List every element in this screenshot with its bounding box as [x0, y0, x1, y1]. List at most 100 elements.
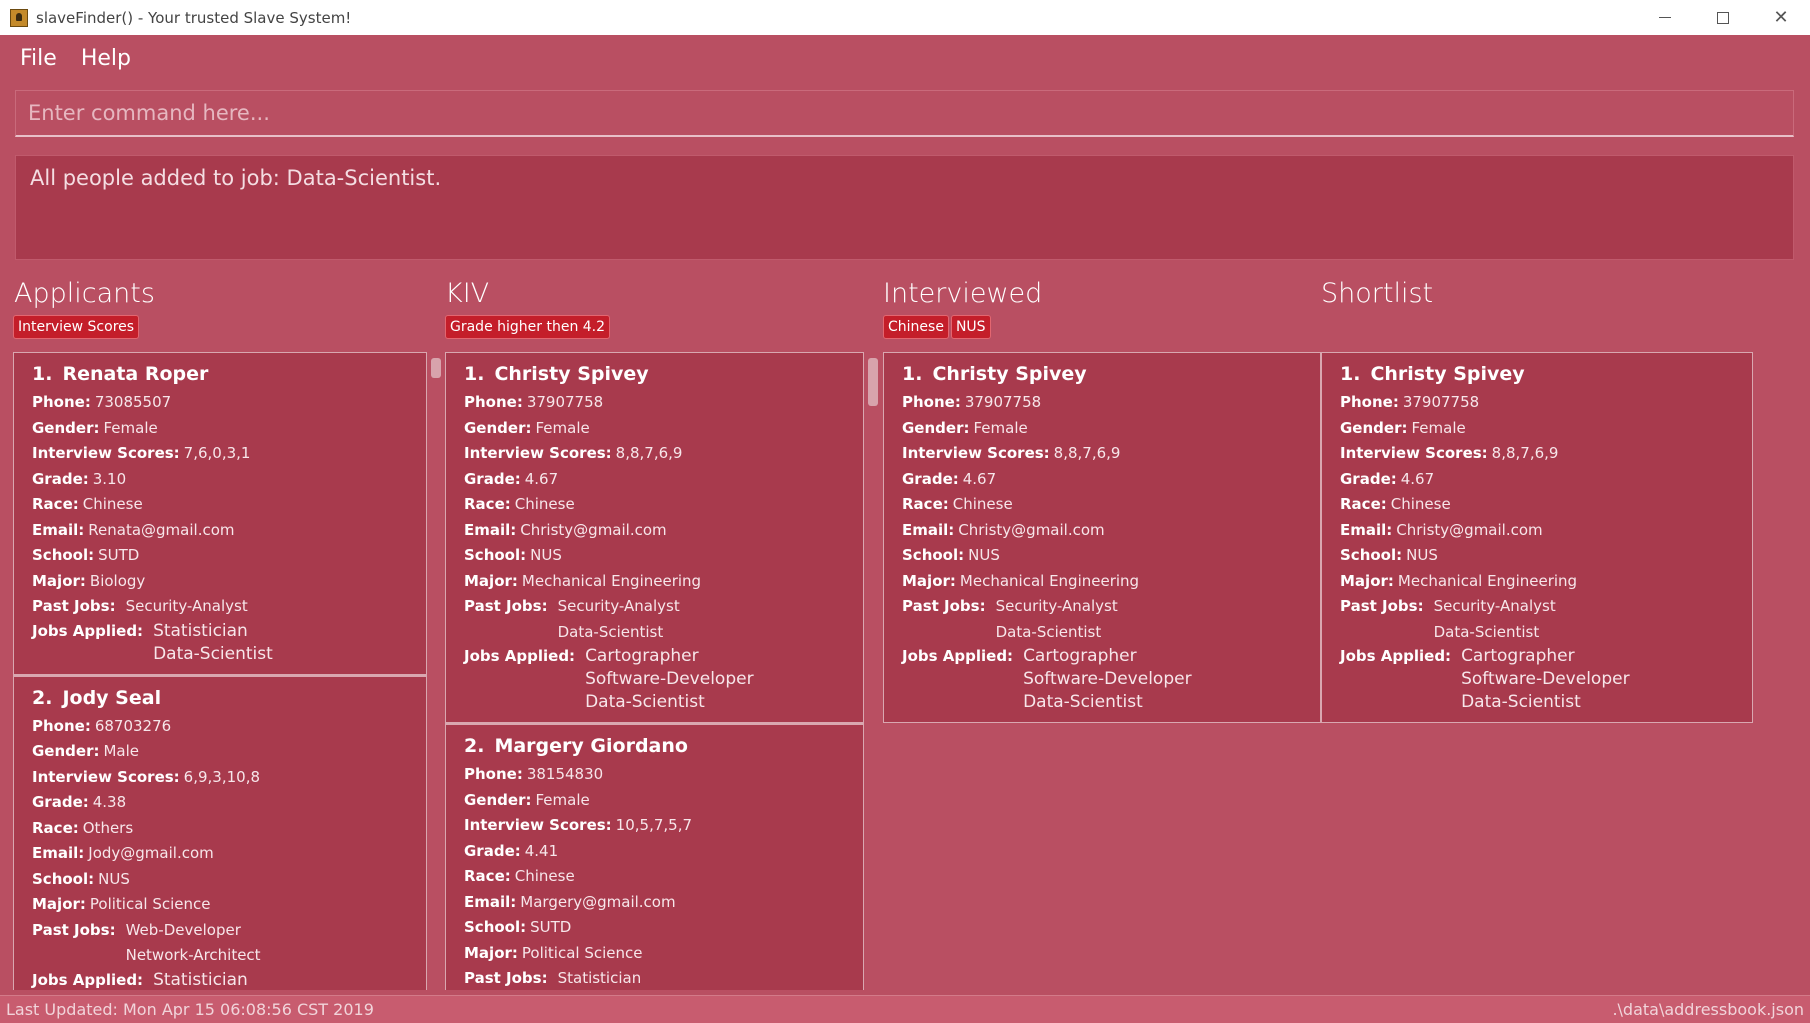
field-value: Chinese [1390, 495, 1451, 513]
person-card[interactable]: 1. Renata Roper Phone: 73085507 Gender: Femal… [13, 352, 427, 675]
field-past-jobs: Past Jobs: Security-Analyst [32, 594, 408, 620]
field-label: Major: [1340, 571, 1394, 590]
field-school: School: SUTD [464, 915, 845, 941]
field-values: Cartographer Software-Developer Data-Scien… [1023, 645, 1192, 714]
field-gender: Gender: Male [32, 739, 408, 765]
field-major: Major: Mechanical Engineering [464, 569, 845, 595]
scroll-thumb[interactable] [431, 358, 441, 378]
field-interview-scores: Interview Scores: 6,9,3,10,8 [32, 765, 408, 791]
minimize-button[interactable] [1636, 0, 1694, 35]
menu-help[interactable]: Help [81, 46, 131, 71]
tag-row-kiv: Grade higher then 4.2 [445, 315, 611, 339]
field-value: Mechanical Engineering [1397, 571, 1578, 590]
field-value: Female [535, 790, 590, 809]
field-label: Jobs Applied: [32, 621, 144, 640]
field-value: Biology [89, 571, 146, 590]
person-card[interactable]: 1. Christy Spivey Phone: 37907758 Gender: Fem… [1321, 352, 1753, 723]
field-past-jobs: Past Jobs: Web-Developer Network-Architect [32, 918, 408, 969]
field-value: Renata@gmail.com [88, 520, 235, 539]
command-box [15, 90, 1794, 137]
close-icon: ✕ [1773, 7, 1789, 28]
field-value: NUS [98, 869, 130, 888]
kiv-list[interactable]: 1. Christy Spivey Phone: 37907758 Gender: Fem… [445, 352, 864, 990]
job-entry: Software-Developer [1023, 669, 1192, 689]
person-name-row: 1. Christy Spivey [902, 363, 1302, 385]
field-values: Security-Analyst Data-Scientist [996, 594, 1118, 645]
field-race: Race: Chinese [1340, 492, 1734, 518]
field-interview-scores: Interview Scores: 8,8,7,6,9 [464, 441, 845, 467]
applicants-scrollbar[interactable] [429, 352, 443, 990]
field-race: Race: Others [32, 816, 408, 842]
tag-row-applicants: Interview Scores [13, 315, 140, 339]
field-value: 10,5,7,5,7 [615, 816, 693, 834]
field-value: Political Science [89, 895, 211, 913]
job-entry: Software-Developer [585, 669, 754, 689]
field-label: Grade: [32, 793, 89, 811]
field-jobs-applied: Jobs Applied: Statistician Data-Scientist [32, 620, 408, 666]
person-name-row: 1. Christy Spivey [1340, 363, 1734, 385]
field-label: Grade: [32, 469, 89, 488]
field-value: 73085507 [94, 393, 172, 411]
person-card[interactable]: 1. Christy Spivey Phone: 37907758 Gender: Fem… [445, 352, 864, 723]
field-label: Major: [32, 571, 86, 590]
person-index: 1. [1340, 363, 1361, 385]
applicants-list[interactable]: 1. Renata Roper Phone: 73085507 Gender: Femal… [13, 352, 427, 990]
field-label: Race: [32, 495, 79, 513]
window-title: slaveFinder() - Your trusted Slave Syste… [36, 8, 352, 27]
field-grade: Grade: 4.41 [464, 839, 845, 865]
field-value: 8,8,7,6,9 [615, 444, 683, 462]
scroll-thumb[interactable] [868, 358, 878, 406]
field-value: Mechanical Engineering [959, 571, 1140, 590]
person-name: Margery Giordano [494, 735, 688, 757]
job-entry: Cartographer [1023, 646, 1137, 666]
field-value: Chinese [952, 495, 1013, 513]
field-value: 4.38 [92, 793, 127, 811]
field-value: Chinese [514, 867, 575, 885]
shortlist-list[interactable]: 1. Christy Spivey Phone: 37907758 Gender: Fem… [1321, 352, 1753, 990]
window-controls: ✕ [1636, 0, 1810, 35]
maximize-icon [1717, 11, 1729, 24]
field-label: Major: [464, 571, 518, 590]
job-entry: Security-Analyst [125, 597, 248, 615]
field-values: Web-Developer Network-Architect [126, 918, 261, 969]
field-school: School: NUS [1340, 543, 1734, 569]
job-entry: Data-Scientist [995, 622, 1102, 641]
field-value: Jody@gmail.com [88, 844, 214, 862]
field-label: Race: [1340, 495, 1387, 513]
field-interview-scores: Interview Scores: 8,8,7,6,9 [1340, 441, 1734, 467]
job-entry: Security-Analyst [995, 597, 1118, 615]
field-school: School: NUS [902, 543, 1302, 569]
field-phone: Phone: 68703276 [32, 714, 408, 740]
field-label: Gender: [32, 418, 100, 437]
maximize-button[interactable] [1694, 0, 1752, 35]
close-button[interactable]: ✕ [1752, 0, 1810, 35]
field-phone: Phone: 37907758 [1340, 390, 1734, 416]
field-label: School: [32, 546, 95, 564]
interviewed-list[interactable]: 1. Christy Spivey Phone: 37907758 Gender: Fem… [883, 352, 1321, 990]
field-label: Interview Scores: [32, 767, 180, 786]
field-label: Phone: [464, 393, 523, 411]
command-input[interactable] [16, 91, 1793, 135]
kiv-scrollbar[interactable] [866, 352, 880, 990]
field-label: Past Jobs: [464, 969, 548, 987]
field-value: Female [535, 418, 590, 437]
field-label: Gender: [464, 790, 532, 809]
person-card[interactable]: 2. Jody Seal Phone: 68703276 Gender: Male Inte… [13, 674, 427, 991]
field-grade: Grade: 4.67 [902, 467, 1302, 493]
person-index: 2. [464, 735, 485, 757]
person-card[interactable]: 2. Margery Giordano Phone: 38154830 Gender: F… [445, 723, 864, 990]
job-entry: Statistician [153, 620, 248, 641]
job-entry: Data-Scientist [585, 692, 705, 712]
menu-file[interactable]: File [20, 46, 57, 71]
field-label: Jobs Applied: [464, 647, 576, 665]
field-jobs-applied: Jobs Applied: Cartographer Software-Develo… [902, 645, 1302, 714]
column-title-applicants: Applicants [14, 278, 155, 309]
field-value: SUTD [98, 546, 140, 564]
field-values: Security-Analyst Data-Scientist [1434, 594, 1556, 645]
field-school: School: NUS [464, 543, 845, 569]
field-label: School: [32, 869, 95, 888]
person-card[interactable]: 1. Christy Spivey Phone: 37907758 Gender: Fem… [883, 352, 1321, 723]
field-label: Interview Scores: [32, 444, 180, 462]
field-jobs-applied: Jobs Applied: Statistician [32, 969, 408, 991]
field-value: Christy@gmail.com [1396, 520, 1543, 539]
